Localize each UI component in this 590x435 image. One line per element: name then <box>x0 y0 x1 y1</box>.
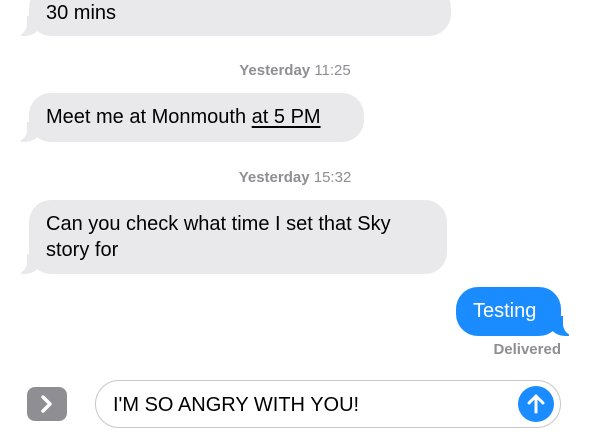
expand-apps-button[interactable] <box>27 387 67 421</box>
timestamp-day: Yesterday <box>238 169 310 186</box>
timestamp: Yesterday 11:25 <box>0 62 590 79</box>
bubble-tail <box>547 316 577 336</box>
message-text: Testing <box>473 300 537 322</box>
message-text: Meet me at Monmouth <box>46 106 252 128</box>
message-bubble-outgoing[interactable]: Testing <box>456 287 561 336</box>
arrow-up-icon <box>527 394 545 414</box>
timestamp-time: 11:25 <box>314 62 351 79</box>
message-time-link[interactable]: at 5 PM <box>252 106 321 128</box>
message-bubble-incoming[interactable]: 30 mins <box>29 0 451 36</box>
delivery-status: Delivered <box>493 341 561 358</box>
message-text: 30 mins <box>46 2 117 24</box>
timestamp-time: 15:32 <box>313 169 352 186</box>
message-input[interactable]: I'M SO ANGRY WITH YOU! <box>95 380 561 428</box>
message-input-value[interactable]: I'M SO ANGRY WITH YOU! <box>113 392 359 418</box>
send-button[interactable] <box>518 386 554 422</box>
chevron-right-icon <box>41 395 52 413</box>
message-text-line: story for <box>46 239 119 261</box>
message-text-line: Can you check what time I set that Sky <box>46 213 391 235</box>
message-bubble-incoming[interactable]: Can you check what time I set that Sky s… <box>29 200 447 274</box>
message-bubble-incoming[interactable]: Meet me at Monmouth at 5 PM <box>29 93 364 142</box>
timestamp: Yesterday 15:32 <box>0 169 590 186</box>
timestamp-day: Yesterday <box>239 62 311 79</box>
